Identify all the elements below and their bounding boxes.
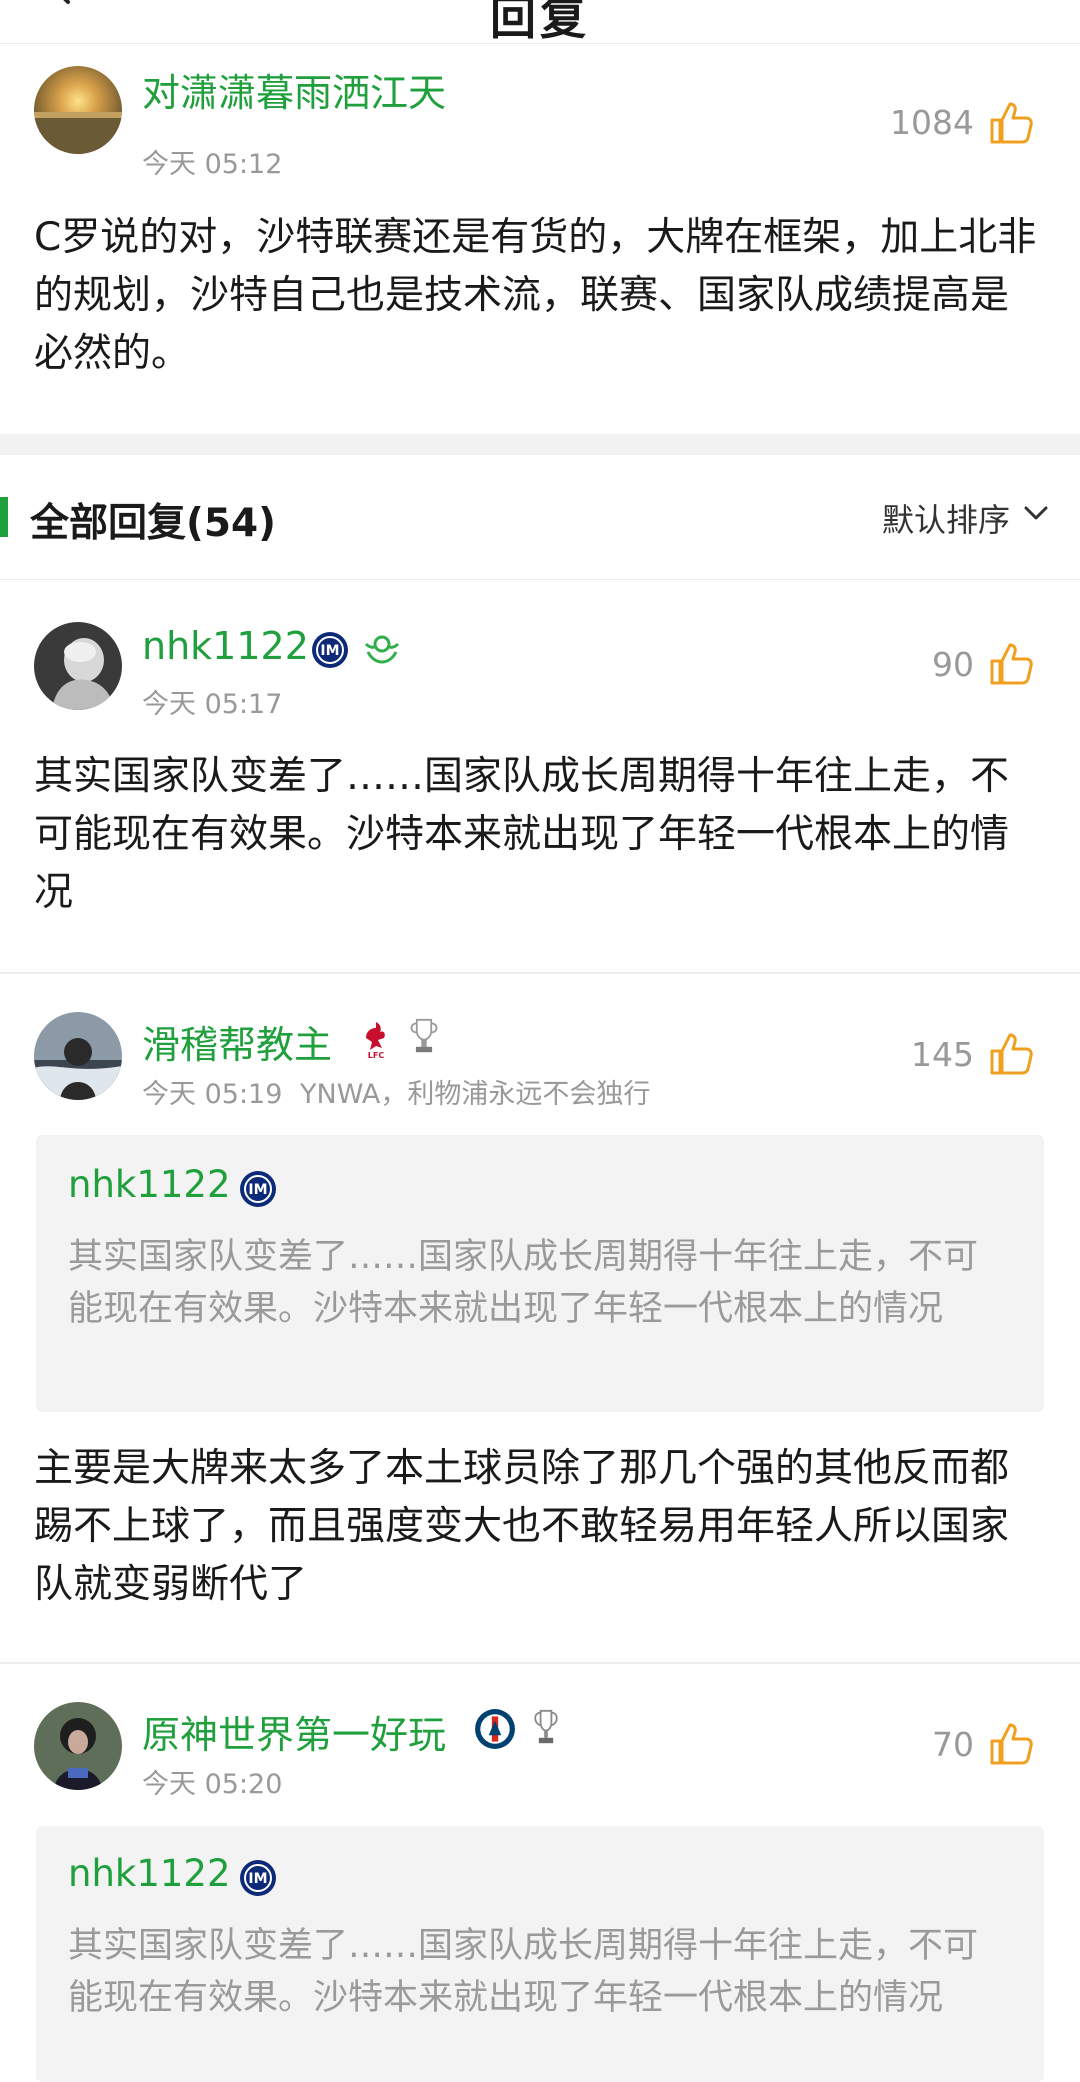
like-count: 1084	[890, 103, 974, 142]
like-count: 70	[932, 1725, 974, 1764]
divider	[0, 1662, 1080, 1664]
user-signature: YNWA，利物浦永远不会独行	[300, 1079, 651, 1110]
avatar[interactable]	[34, 1702, 122, 1790]
thumbs-up-icon[interactable]	[988, 100, 1034, 146]
avatar[interactable]	[34, 66, 122, 154]
quoted-username[interactable]: nhk1122	[68, 1163, 231, 1206]
svg-text:IM: IM	[248, 1871, 267, 1887]
reply-body: 主要是大牌来太多了本土球员除了那几个强的其他反而都踢不上球了，而且强度变大也不敢…	[34, 1446, 1010, 1607]
replies-header: 全部回复(54) 默认排序	[0, 455, 1080, 580]
username[interactable]: 原神世界第一好玩	[142, 1704, 446, 1759]
page-title: 回复	[490, 0, 590, 44]
thumbs-up-icon[interactable]	[988, 1031, 1034, 1077]
svg-text:IM: IM	[248, 1182, 267, 1198]
section-marker	[0, 497, 8, 537]
post-time: 今天 05:12	[142, 149, 283, 180]
svg-text:LFC: LFC	[368, 1051, 385, 1060]
divider	[0, 972, 1080, 974]
avatar[interactable]	[34, 622, 122, 710]
avatar[interactable]	[34, 1012, 122, 1100]
username[interactable]: 滑稽帮教主	[142, 1014, 332, 1069]
like-count: 145	[911, 1035, 974, 1074]
inter-milan-badge-icon: IM	[240, 1171, 276, 1207]
svg-text:IM: IM	[320, 643, 339, 659]
trophy-icon	[410, 1018, 438, 1053]
quoted-text: 其实国家队变差了……国家队成长周期得十年往上走，不可能现在有效果。沙特本来就出现…	[68, 1926, 979, 2018]
reply-time: 今天 05:17	[142, 689, 283, 720]
quoted-reply[interactable]: nhk1122 IM 其实国家队变差了……国家队成长周期得十年往上走，不可能现在…	[36, 1826, 1044, 2082]
quoted-username[interactable]: nhk1122	[68, 1852, 231, 1895]
chevron-down-icon[interactable]	[1020, 497, 1052, 529]
reply-body: 其实国家队变差了……国家队成长周期得十年往上走，不可能现在有效果。沙特本来就出现…	[34, 754, 1010, 915]
original-post: 对潇潇暮雨洒江天 今天 05:12 1084 C罗说的对，沙特联赛还是有货的，大…	[0, 44, 1080, 434]
sort-dropdown[interactable]: 默认排序	[882, 495, 1010, 541]
reply-time: 今天 05:19	[142, 1079, 283, 1110]
thumbs-up-icon[interactable]	[988, 641, 1034, 687]
psg-badge-icon	[475, 1709, 515, 1749]
thumbs-up-icon[interactable]	[988, 1721, 1034, 1767]
like-count: 90	[932, 645, 974, 684]
quoted-text: 其实国家队变差了……国家队成长周期得十年往上走，不可能现在有效果。沙特本来就出现…	[68, 1237, 979, 1329]
username[interactable]: nhk1122	[142, 624, 309, 668]
trophy-icon	[534, 1709, 558, 1744]
reply-time: 今天 05:20	[142, 1769, 283, 1800]
replies-count-label: 全部回复(54)	[30, 501, 276, 546]
liverpool-badge-icon: LFC	[366, 1022, 385, 1060]
top-bar: 回复	[0, 0, 1080, 44]
quoted-reply[interactable]: nhk1122 IM 其实国家队变差了……国家队成长周期得十年往上走，不可能现在…	[36, 1135, 1044, 1412]
inter-milan-badge-icon: IM	[240, 1860, 276, 1896]
separator	[0, 434, 1080, 455]
inter-milan-badge-icon: IM	[312, 632, 348, 668]
green-leaf-badge-icon	[364, 635, 400, 664]
username[interactable]: 对潇潇暮雨洒江天	[142, 62, 446, 117]
post-body: C罗说的对，沙特联赛还是有货的，大牌在框架，加上北非的规划，沙特自己也是技术流，…	[34, 215, 1037, 376]
